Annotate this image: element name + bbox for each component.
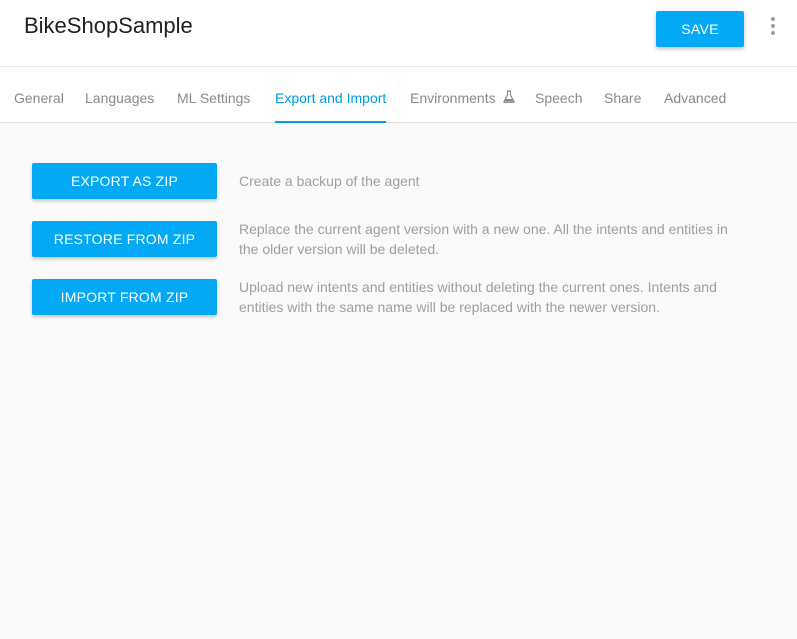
more-dot: [771, 31, 775, 35]
export-as-zip-button[interactable]: EXPORT AS ZIP: [32, 163, 217, 199]
tab-label: Export and Import: [275, 90, 387, 106]
tab-export-and-import[interactable]: Export and Import: [275, 67, 387, 123]
agent-settings-page: BikeShopSample SAVE General Languages ML…: [0, 0, 797, 639]
restore-description: Replace the current agent version with a…: [239, 221, 728, 257]
agent-name-title: BikeShopSample: [24, 13, 193, 38]
tab-label: Environments: [410, 90, 496, 106]
restore-from-zip-button[interactable]: RESTORE FROM ZIP: [32, 221, 217, 257]
import-description: Upload new intents and entities without …: [239, 279, 717, 315]
more-dot: [771, 17, 775, 21]
save-button[interactable]: SAVE: [656, 11, 744, 47]
tab-environments[interactable]: Environments: [410, 67, 516, 123]
import-from-zip-button[interactable]: IMPORT FROM ZIP: [32, 279, 217, 315]
tab-label: ML Settings: [177, 90, 251, 106]
export-description: Create a backup of the agent: [239, 173, 420, 189]
tab-ml-settings[interactable]: ML Settings: [177, 67, 250, 123]
tab-share[interactable]: Share: [604, 67, 641, 123]
tab-label: Advanced: [664, 90, 727, 106]
tab-label: Speech: [535, 90, 583, 106]
tab-label: Languages: [85, 90, 155, 106]
more-vert-icon[interactable]: [764, 14, 782, 38]
tab-label: Share: [604, 90, 642, 106]
tab-languages[interactable]: Languages: [85, 67, 154, 123]
app-header: BikeShopSample SAVE: [0, 0, 797, 66]
tab-label: General: [14, 90, 64, 106]
tab-advanced[interactable]: Advanced: [664, 67, 726, 123]
more-dot: [771, 24, 775, 28]
settings-tabs: General Languages ML Settings Export and…: [0, 66, 797, 123]
tab-speech[interactable]: Speech: [535, 67, 582, 123]
flask-icon: [503, 67, 516, 129]
tab-general[interactable]: General: [14, 67, 64, 123]
